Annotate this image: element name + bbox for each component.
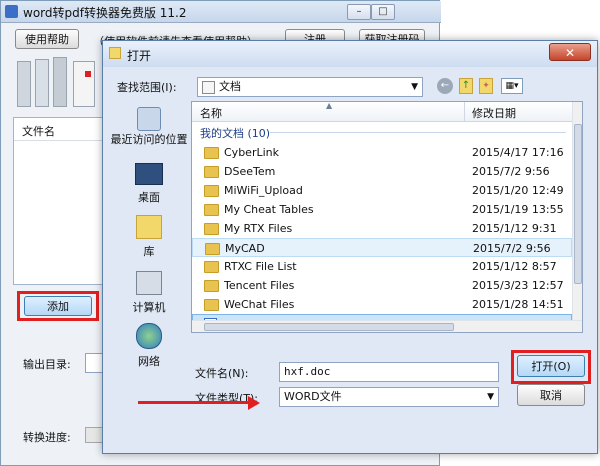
back-icon[interactable]: ← xyxy=(437,78,453,94)
list-item[interactable]: RTXC File List 2015/1/12 8:57 xyxy=(192,257,572,276)
list-item[interactable]: My RTX Files 2015/1/12 9:31 xyxy=(192,219,572,238)
lookin-select[interactable]: 文档 ▼ xyxy=(197,77,423,97)
cancel-button[interactable]: 取消 xyxy=(517,384,585,406)
name-column-header[interactable]: 名称 xyxy=(200,105,222,121)
close-icon[interactable]: ✕ xyxy=(549,43,591,61)
view-menu-icon[interactable]: ▦▾ xyxy=(501,78,523,94)
folder-icon xyxy=(204,223,219,235)
filename-column-header: 文件名 xyxy=(22,125,55,138)
open-dialog: 打开 ✕ 查找范围(I): 文档 ▼ ← ↑ ✦ ▦▾ 最近访问的位置 桌面 库… xyxy=(102,40,598,454)
dialog-icon xyxy=(109,47,121,59)
place-label: 计算机 xyxy=(132,301,166,314)
dialog-title: 打开 xyxy=(127,49,152,63)
folder-icon xyxy=(205,243,220,255)
dialog-title-bar: 打开 ✕ xyxy=(103,41,597,67)
folder-icon xyxy=(204,185,219,197)
folder-icon xyxy=(204,261,219,273)
new-folder-icon[interactable]: ✦ xyxy=(479,78,493,94)
chevron-down-icon: ▼ xyxy=(411,82,418,92)
list-item[interactable]: Tencent Files 2015/3/23 12:57 xyxy=(192,276,572,295)
place-computer[interactable]: 计算机 xyxy=(109,271,189,315)
group-header: 我的文档 (10) xyxy=(200,127,271,140)
list-item[interactable]: My Cheat Tables 2015/1/19 13:55 xyxy=(192,200,572,219)
computer-icon xyxy=(136,271,162,295)
folder-icon xyxy=(204,166,219,178)
place-label: 库 xyxy=(143,245,155,258)
app-icon xyxy=(5,5,18,18)
filename-label: 文件名(N): xyxy=(195,367,249,380)
list-item[interactable]: DSeeTem 2015/7/2 9:56 xyxy=(192,162,572,181)
lookin-value: 文档 xyxy=(219,80,241,93)
main-title-bar: word转pdf转换器免费版 11.2 – □ xyxy=(1,1,441,23)
modified-column-header[interactable]: 修改日期 xyxy=(472,105,516,121)
hscrollbar-thumb[interactable] xyxy=(204,323,454,331)
output-dir-label: 输出目录: xyxy=(23,358,71,371)
horizontal-scrollbar[interactable] xyxy=(192,320,582,332)
help-button[interactable]: 使用帮助 xyxy=(15,29,79,49)
place-network[interactable]: 网络 xyxy=(109,323,189,369)
place-label: 网络 xyxy=(138,355,160,368)
recent-places-icon xyxy=(137,107,161,131)
open-button[interactable]: 打开(O) xyxy=(517,355,585,377)
folder-icon xyxy=(204,299,219,311)
place-libraries[interactable]: 库 xyxy=(109,215,189,259)
place-label: 最近访问的位置 xyxy=(110,133,188,146)
column-headers: 名称 ▲ 修改日期 xyxy=(192,102,572,122)
scrollbar-thumb[interactable] xyxy=(574,124,582,284)
output-dir-input[interactable] xyxy=(85,353,103,373)
up-folder-icon[interactable]: ↑ xyxy=(459,78,473,94)
main-window-title: word转pdf转换器免费版 11.2 xyxy=(23,6,187,20)
list-item[interactable]: WeChat Files 2015/1/28 14:51 xyxy=(192,295,572,314)
progress-bar xyxy=(85,427,103,443)
file-list-view[interactable]: 名称 ▲ 修改日期 我的文档 (10) CyberLink 2015/4/17 1… xyxy=(191,101,583,333)
folder-icon xyxy=(204,147,219,159)
maximize-icon[interactable]: □ xyxy=(371,4,395,20)
folder-icon xyxy=(204,280,219,292)
list-item[interactable]: CyberLink 2015/4/17 17:16 xyxy=(192,143,572,162)
place-label: 桌面 xyxy=(138,191,160,204)
list-item[interactable]: MiWiFi_Upload 2015/1/20 12:49 xyxy=(192,181,572,200)
file-list[interactable]: 文件名 xyxy=(13,117,103,285)
progress-label: 转换进度: xyxy=(23,431,71,444)
place-desktop[interactable]: 桌面 xyxy=(109,163,189,205)
place-recent[interactable]: 最近访问的位置 xyxy=(109,107,189,147)
network-icon xyxy=(136,323,162,349)
filetype-value: WORD文件 xyxy=(284,390,342,403)
chevron-down-icon: ▼ xyxy=(487,392,494,402)
banner-graphic xyxy=(13,55,103,111)
places-bar: 最近访问的位置 桌面 库 计算机 网络 xyxy=(109,101,189,391)
filename-input[interactable]: hxf.doc xyxy=(279,362,499,382)
vertical-scrollbar[interactable] xyxy=(572,102,582,320)
libraries-icon xyxy=(136,215,162,239)
annotation-arrow xyxy=(138,396,260,410)
add-button[interactable]: 添加 xyxy=(24,296,92,316)
desktop-icon xyxy=(135,163,163,185)
list-item-hover[interactable]: MyCAD 2015/7/2 9:56 xyxy=(192,238,572,257)
sort-arrow-icon: ▲ xyxy=(326,101,333,110)
folder-icon xyxy=(204,204,219,216)
minimize-icon[interactable]: – xyxy=(347,4,371,20)
document-icon xyxy=(202,80,215,94)
filetype-select[interactable]: WORD文件 ▼ xyxy=(279,387,499,407)
lookin-label: 查找范围(I): xyxy=(117,81,177,94)
